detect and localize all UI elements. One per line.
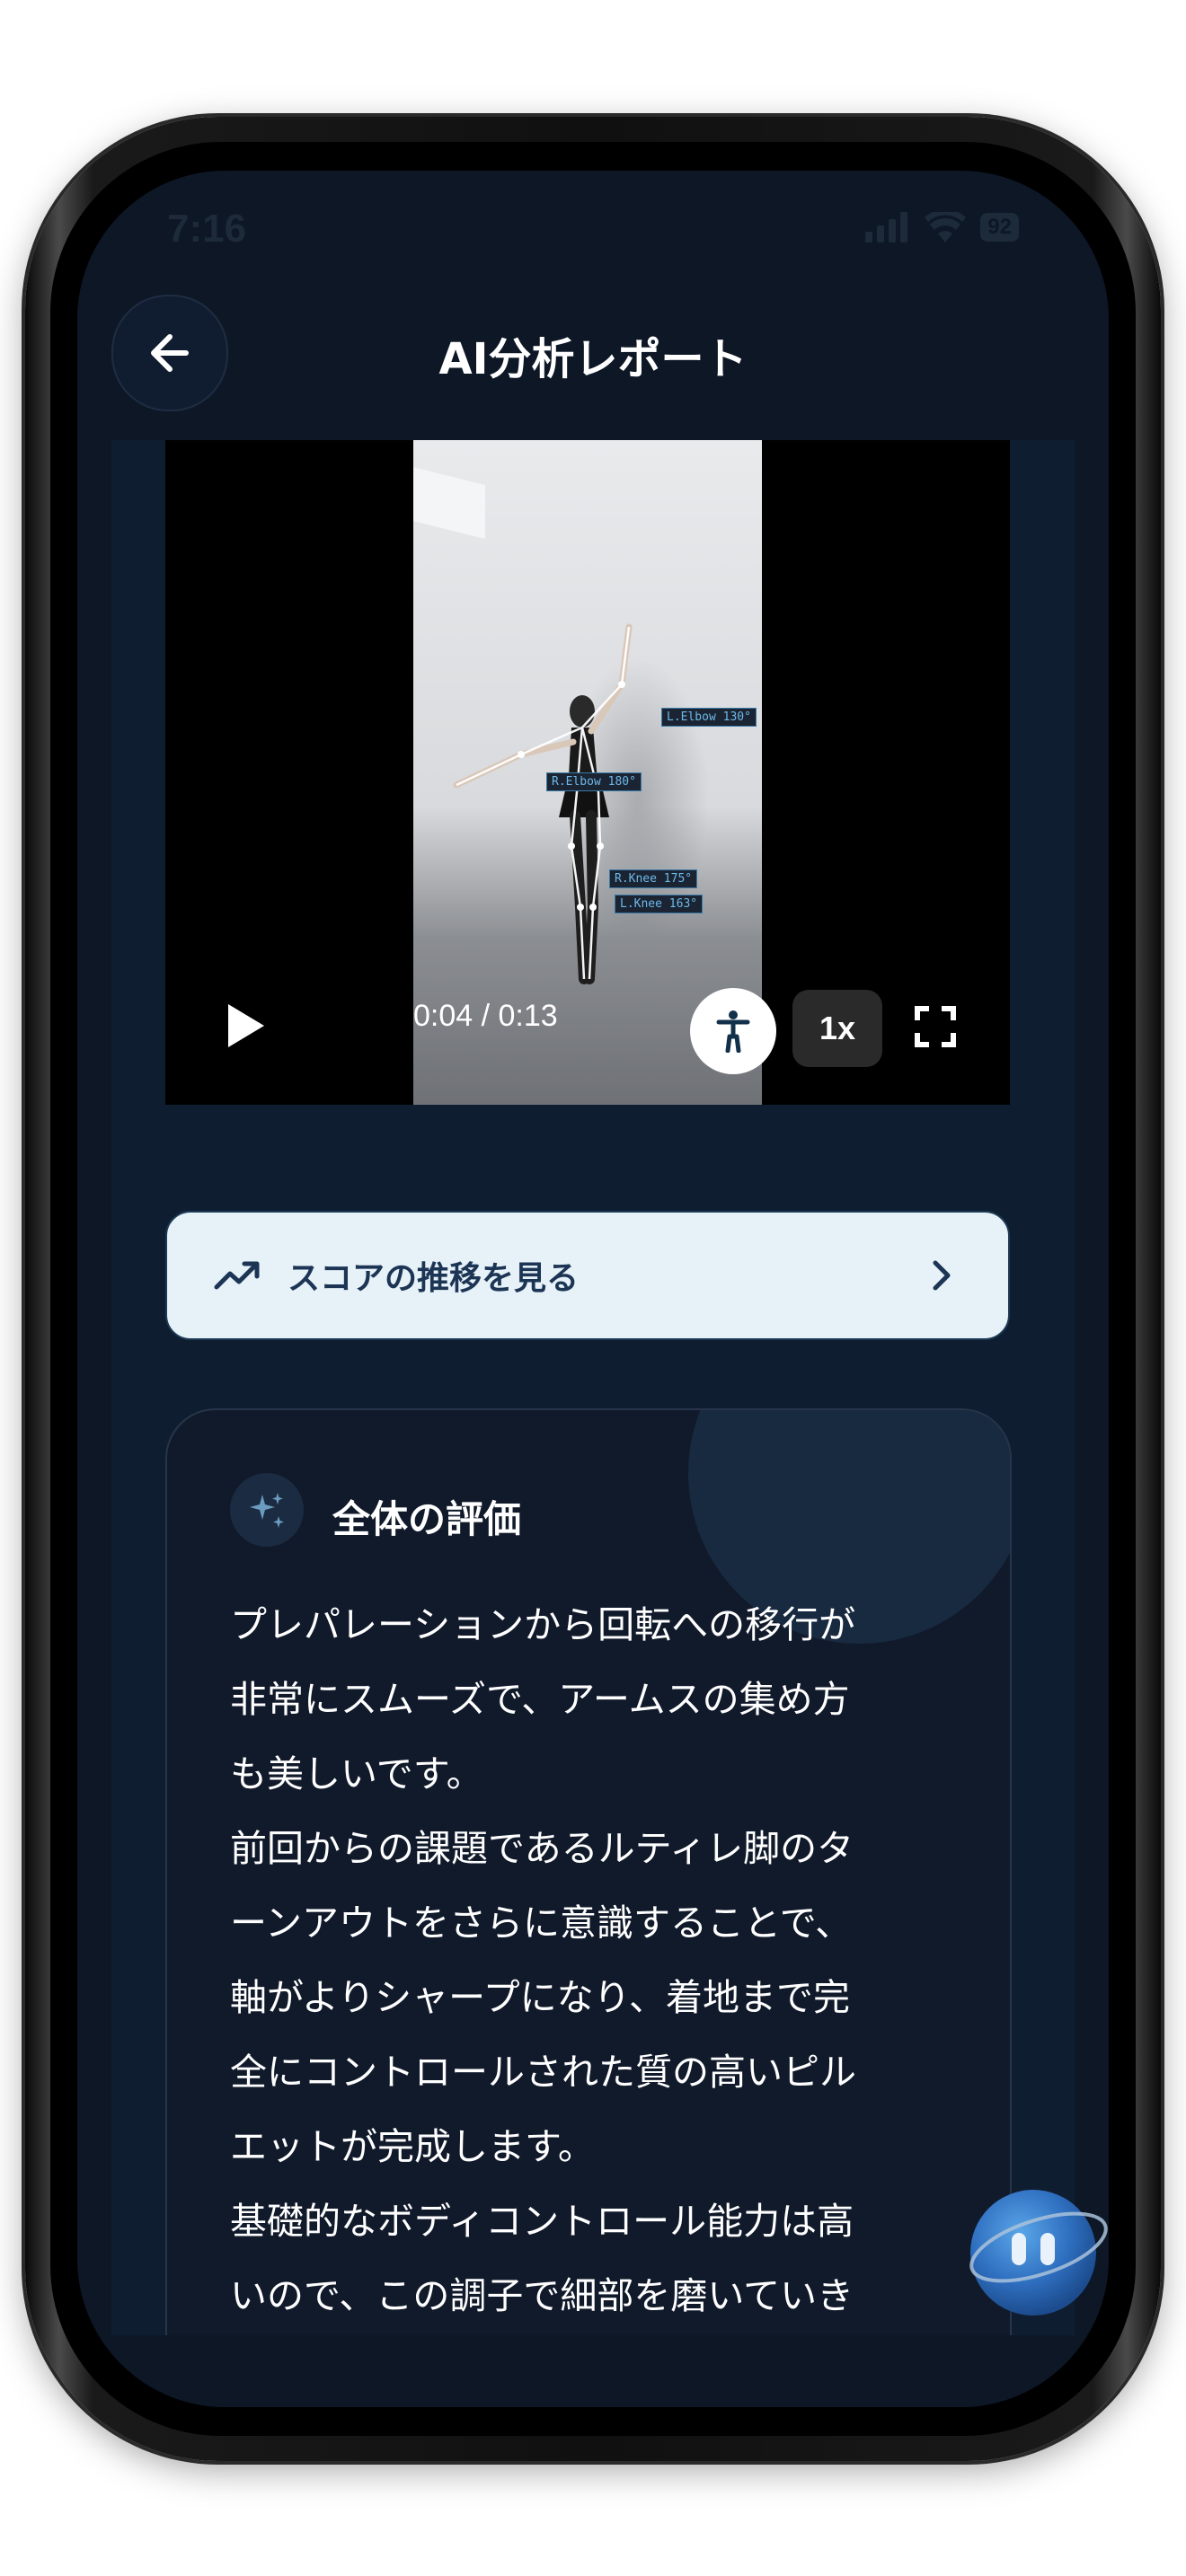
app-screen: 7:16 92 AI分析レポート L.Elbow 130° R.Elbow 18… — [77, 171, 1109, 2407]
bottom-area — [77, 2335, 1109, 2407]
signal-icon — [865, 212, 908, 243]
pose-label-r-knee: R.Knee 175° — [609, 869, 698, 888]
battery-indicator: 92 — [980, 213, 1019, 242]
pose-overlay-toggle[interactable] — [690, 988, 776, 1074]
page-title: AI分析レポート — [438, 334, 748, 384]
pose-figure-icon — [716, 1010, 750, 1053]
pose-label-r-elbow: R.Elbow 180° — [546, 772, 642, 791]
status-time: 7:16 — [167, 207, 247, 251]
pose-label-l-knee: L.Knee 163° — [615, 895, 704, 913]
play-icon[interactable] — [228, 1004, 264, 1047]
sparkles-icon — [230, 1473, 304, 1547]
playback-speed-button[interactable]: 1x — [792, 990, 882, 1067]
fullscreen-icon[interactable] — [915, 1006, 956, 1047]
score-trend-label: スコアの推移を見る — [288, 1260, 580, 1297]
evaluation-title: 全体の評価 — [332, 1497, 522, 1541]
trend-up-icon — [214, 1261, 260, 1290]
pose-label-l-elbow: L.Elbow 130° — [661, 708, 757, 727]
report-content[interactable]: L.Elbow 130° R.Elbow 180° R.Knee 175° L.… — [111, 440, 1075, 2335]
video-player[interactable]: L.Elbow 130° R.Elbow 180° R.Knee 175° L.… — [165, 440, 1010, 1105]
wifi-icon — [925, 212, 967, 243]
status-icons: 92 — [865, 212, 1019, 243]
score-trend-button[interactable]: スコアの推移を見る — [165, 1211, 1010, 1340]
ai-assistant-icon[interactable] — [967, 2183, 1109, 2326]
overall-evaluation-card: 全体の評価 プレパレーションから回転への移行が 非常にスムーズで、アームスの集め… — [165, 1408, 1012, 2335]
chevron-right-icon — [933, 1260, 951, 1291]
evaluation-body: プレパレーションから回転への移行が 非常にスムーズで、アームスの集め方 も美しい… — [230, 1603, 856, 2317]
video-time: 0:04 / 0:13 — [413, 999, 558, 1033]
status-bar: 7:16 92 — [167, 207, 1019, 260]
